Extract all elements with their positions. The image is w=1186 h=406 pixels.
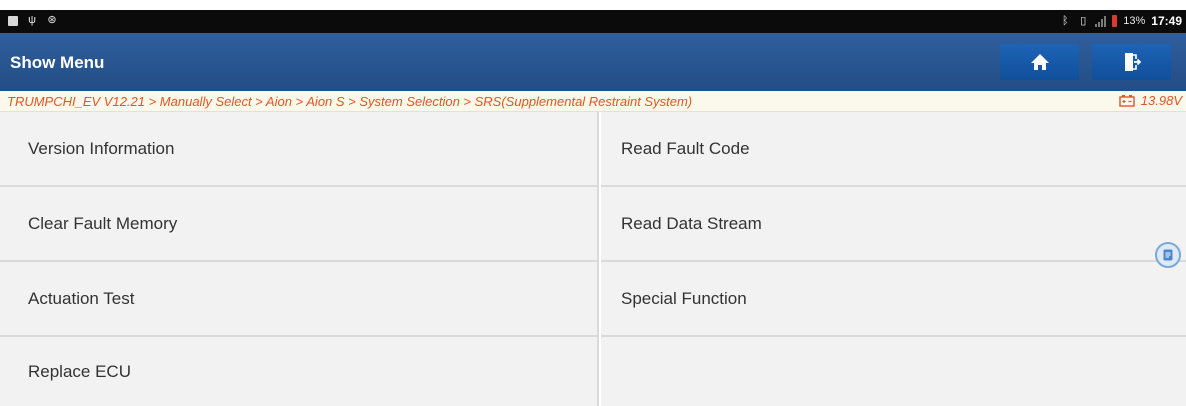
breadcrumb-path: TRUMPCHI_EV V12.21 > Manually Select > A… [7,94,693,109]
battery-voltage-icon [1119,95,1135,107]
status-right-icons: ᛒ ▯ 13% 17:49 [1059,14,1182,28]
menu-item-version-information[interactable]: Version Information [0,112,599,187]
menu-item-label: Replace ECU [28,361,131,381]
menu-item-replace-ecu[interactable]: Replace ECU [0,337,599,406]
menu-item-clear-fault-memory[interactable]: Clear Fault Memory [0,187,599,262]
exit-button[interactable] [1092,44,1171,80]
menu-item-label: Actuation Test [28,288,135,308]
menu-item-read-data-stream[interactable]: Read Data Stream [601,187,1186,262]
menu-item-label: Read Fault Code [621,138,750,158]
vibrate-icon: ▯ [1080,15,1087,27]
page-title: Show Menu [10,53,105,72]
exit-icon [1124,53,1141,71]
function-menu: Version Information Read Fault Code Clea… [0,112,1186,406]
bluetooth-icon: ᛒ [1061,15,1069,27]
status-left-icons: ψ ⊛ [8,14,58,26]
home-button[interactable] [1000,44,1079,80]
breadcrumb: TRUMPCHI_EV V12.21 > Manually Select > A… [0,91,1186,112]
sync-icon: ⊛ [47,14,57,26]
clock: 17:49 [1151,14,1182,28]
notes-icon [1163,249,1173,261]
menu-item-label: Special Function [621,288,747,308]
status-bar: ψ ⊛ ᛒ ▯ 13% 17:49 [0,10,1186,33]
menu-item-label: Version Information [28,138,175,158]
floating-notes-button[interactable] [1155,242,1181,268]
title-bar: Show Menu [0,33,1186,91]
menu-item-special-function[interactable]: Special Function [601,262,1186,337]
menu-item-label: Clear Fault Memory [28,213,178,233]
usb-debug-icon: ψ [28,14,36,26]
voltage-value: 13.98V [1140,93,1182,108]
image-notification-icon [8,15,18,26]
menu-item-empty [601,337,1186,406]
top-cropped-strip [0,0,1186,10]
home-icon [1030,54,1049,70]
signal-icon [1095,15,1107,27]
menu-item-actuation-test[interactable]: Actuation Test [0,262,599,337]
battery-icon [1112,15,1118,27]
menu-item-label: Read Data Stream [621,213,762,233]
voltage-indicator: 13.98V [1119,93,1182,108]
menu-item-read-fault-code[interactable]: Read Fault Code [601,112,1186,187]
battery-percent: 13% [1123,15,1146,27]
